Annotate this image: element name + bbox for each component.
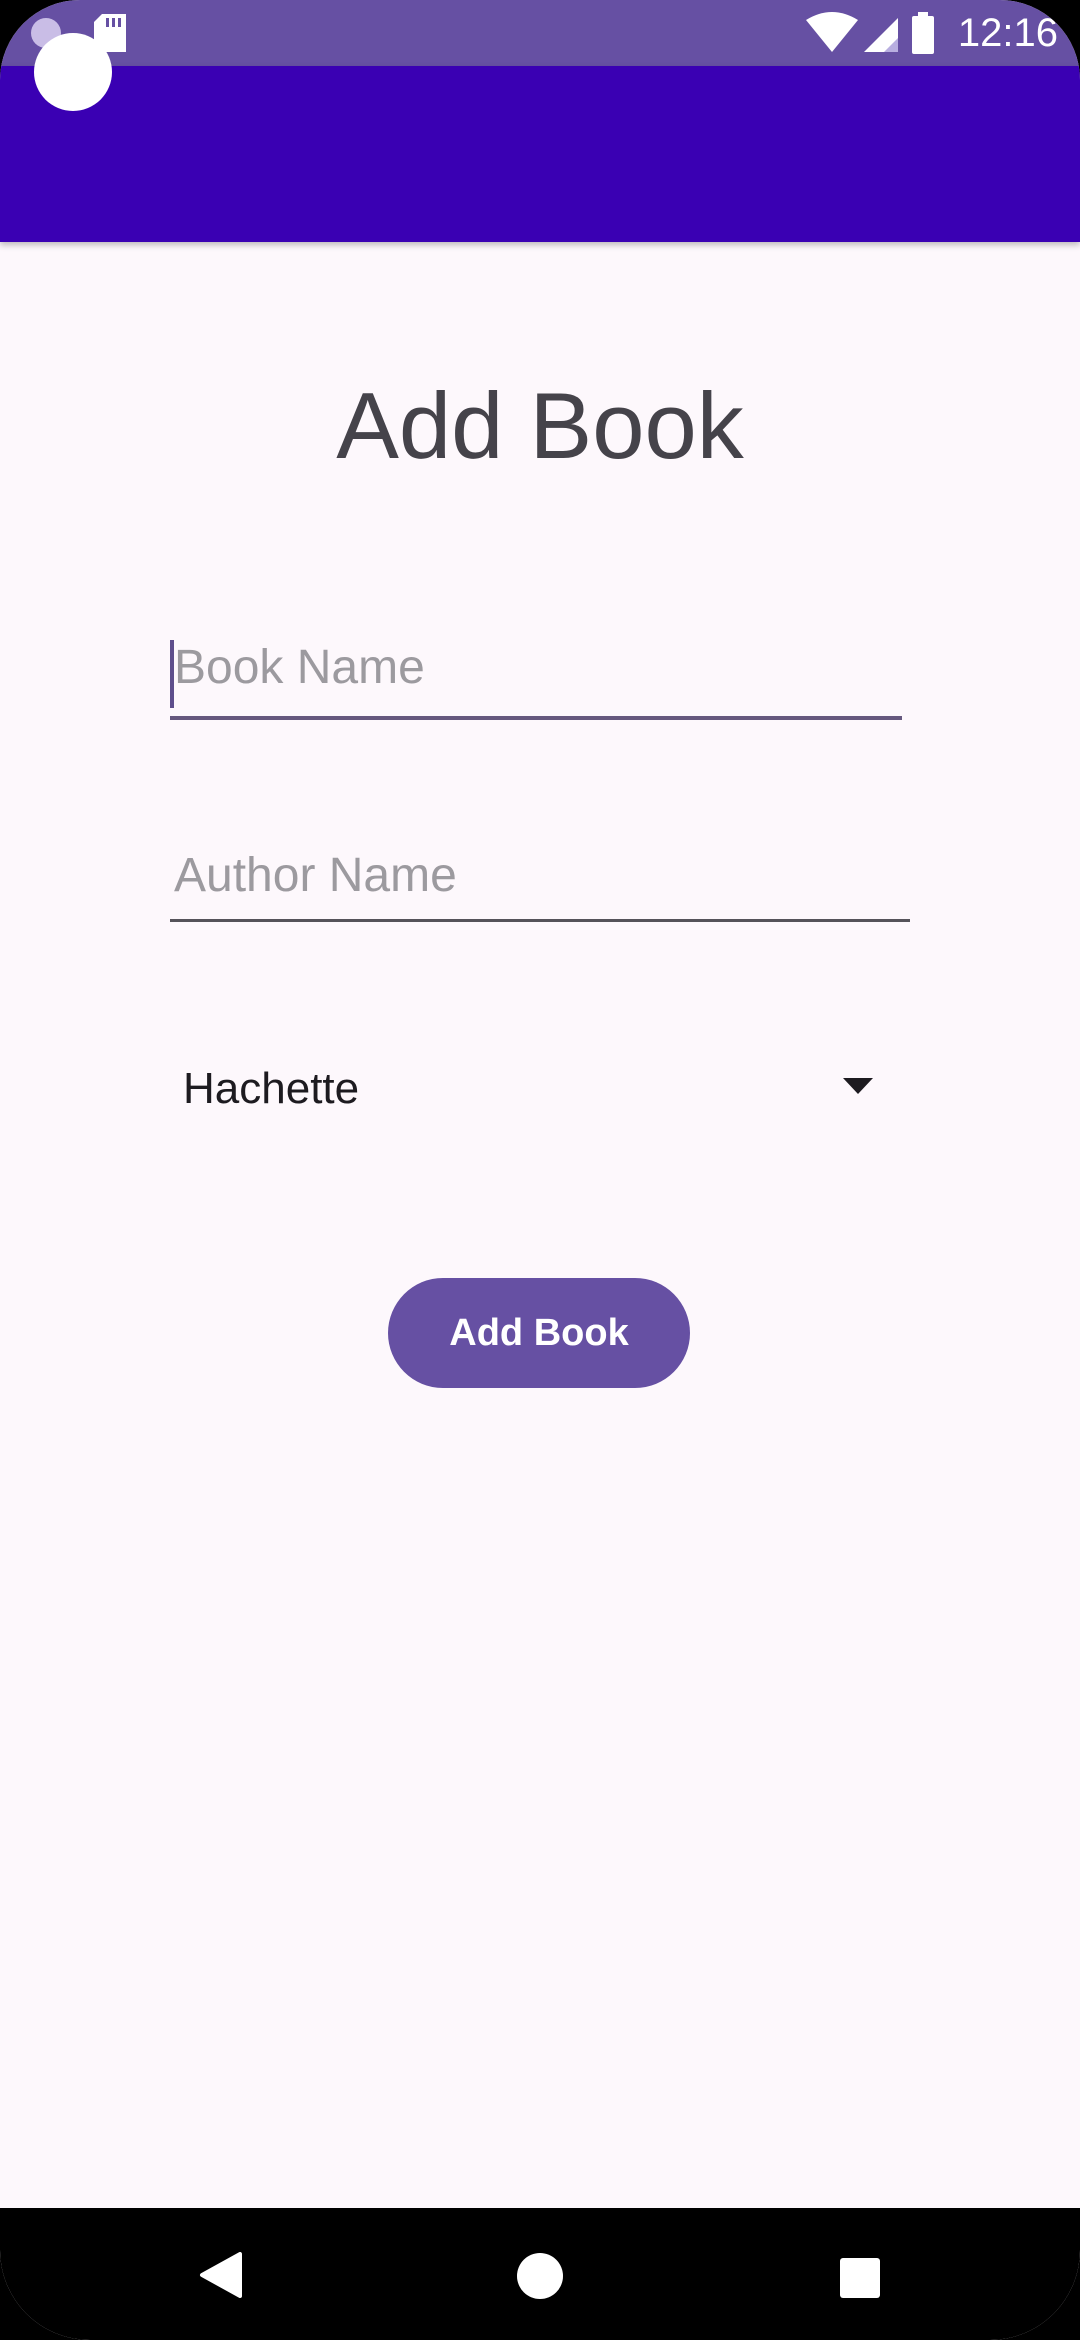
book-name-underline [170, 716, 902, 720]
publisher-selected: Hachette [183, 1064, 360, 1113]
cell-signal-icon [863, 18, 898, 52]
device-screen: 12:16 Add Book Book Name Author Name Hac… [0, 0, 1080, 2340]
home-icon[interactable] [516, 2252, 564, 2305]
add-book-button-label: Add Book [449, 1311, 629, 1354]
battery-icon [911, 12, 934, 54]
status-clock: 12:16 [957, 10, 1058, 55]
navigation-bar [0, 2208, 1080, 2340]
author-name-placeholder: Author Name [174, 849, 457, 902]
recents-icon[interactable] [840, 2258, 880, 2303]
author-name-field[interactable]: Author Name [170, 848, 910, 922]
status-bar: 12:16 [0, 0, 1080, 66]
author-name-underline [170, 919, 910, 922]
overlay-circle-icon [34, 33, 112, 111]
dropdown-arrow-icon [843, 1078, 873, 1099]
page-title: Add Book [336, 373, 744, 478]
publisher-spinner[interactable]: Hachette [183, 1056, 873, 1122]
book-name-placeholder: Book Name [174, 641, 425, 694]
book-name-field[interactable]: Book Name [170, 640, 902, 720]
add-book-button[interactable]: Add Book [388, 1278, 690, 1388]
app-bar [0, 66, 1080, 242]
wifi-icon [805, 12, 858, 52]
back-icon[interactable] [198, 2252, 242, 2303]
status-right-icons: 12:16 [804, 8, 1058, 58]
